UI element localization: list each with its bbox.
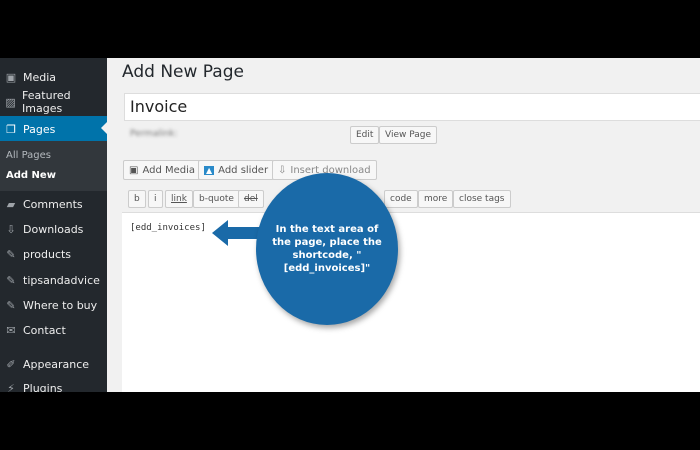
menu-label: Media	[23, 70, 57, 84]
submenu-add-new[interactable]: Add New	[6, 170, 56, 181]
menu-label: Plugins	[23, 381, 63, 393]
menu-label: Where to buy	[23, 298, 98, 312]
menu-label: tipsandadvice	[23, 273, 100, 287]
button-label: Add slider	[218, 164, 269, 176]
pages-submenu: All Pages Add New	[0, 141, 107, 191]
menu-label: Contact	[23, 323, 66, 337]
menu-featured-images[interactable]: ▨ Featured Images	[0, 89, 107, 115]
menu-label: Comments	[23, 197, 83, 211]
submenu-all-pages[interactable]: All Pages	[6, 150, 51, 161]
qt-more[interactable]: more	[418, 190, 454, 208]
menu-plugins[interactable]: ⚡ Plugins	[0, 376, 107, 393]
qt-italic[interactable]: i	[148, 190, 163, 208]
menu-downloads[interactable]: ⇩ Downloads	[0, 217, 107, 241]
image-icon: ▨	[5, 95, 16, 109]
text-editor[interactable]: [edd_invoices]	[122, 212, 700, 392]
callout-bubble: In the text area of the page, place the …	[256, 173, 398, 325]
media-icon: ▣	[129, 164, 139, 176]
view-page-button[interactable]: View Page	[379, 126, 438, 144]
callout-text: In the text area of the page, place the …	[272, 224, 382, 274]
menu-tipsandadvice[interactable]: ✎ tipsandadvice	[0, 268, 107, 292]
menu-products[interactable]: ✎ products	[0, 242, 107, 266]
menu-where-to-buy[interactable]: ✎ Where to buy	[0, 293, 107, 317]
title-input[interactable]: Invoice	[124, 93, 700, 121]
edit-permalink-button[interactable]: Edit	[350, 126, 380, 144]
qt-bquote[interactable]: b-quote	[193, 190, 240, 208]
menu-label: Pages	[23, 122, 56, 136]
button-label: Add Media	[142, 164, 196, 176]
admin-sidebar: ▣ Media ▨ Featured Images ❐ Pages All Pages…	[0, 58, 107, 392]
menu-contact[interactable]: ✉ Contact	[0, 318, 107, 342]
menu-comments[interactable]: ▰ Comments	[0, 192, 107, 216]
menu-label: Downloads	[23, 222, 84, 236]
add-slider-button[interactable]: ▲ Add slider	[198, 160, 275, 180]
pin-icon: ✎	[6, 298, 16, 312]
menu-media[interactable]: ▣ Media	[0, 65, 107, 89]
comment-icon: ▰	[6, 197, 16, 211]
media-icon: ▣	[5, 70, 17, 84]
qt-bold[interactable]: b	[128, 190, 146, 208]
menu-pages[interactable]: ❐ Pages	[0, 116, 107, 142]
menu-appearance[interactable]: ✐ Appearance	[0, 352, 107, 376]
download-icon: ⇩	[6, 222, 16, 236]
pin-icon: ✎	[6, 247, 16, 261]
menu-label: Appearance	[23, 357, 90, 371]
pin-icon: ✎	[6, 273, 16, 287]
editor-content[interactable]: [edd_invoices]	[130, 223, 206, 233]
qt-code[interactable]: code	[384, 190, 418, 208]
qt-del[interactable]: del	[238, 190, 264, 208]
permalink: Permalink:	[130, 129, 178, 139]
mail-icon: ✉	[6, 323, 16, 337]
plugin-icon: ⚡	[7, 381, 15, 393]
qt-link[interactable]: link	[165, 190, 193, 208]
pages-icon: ❐	[6, 122, 16, 136]
qt-close-tags[interactable]: close tags	[453, 190, 511, 208]
slider-icon: ▲	[204, 165, 215, 175]
page-title: Add New Page	[122, 62, 244, 82]
brush-icon: ✐	[6, 357, 16, 371]
add-media-button[interactable]: ▣ Add Media	[123, 160, 202, 180]
download-icon: ⇩	[278, 164, 287, 176]
wp-admin-screen: ▣ Media ▨ Featured Images ❐ Pages All Pages…	[0, 58, 700, 392]
menu-label: Featured Images	[22, 89, 71, 115]
menu-label: products	[23, 247, 72, 261]
